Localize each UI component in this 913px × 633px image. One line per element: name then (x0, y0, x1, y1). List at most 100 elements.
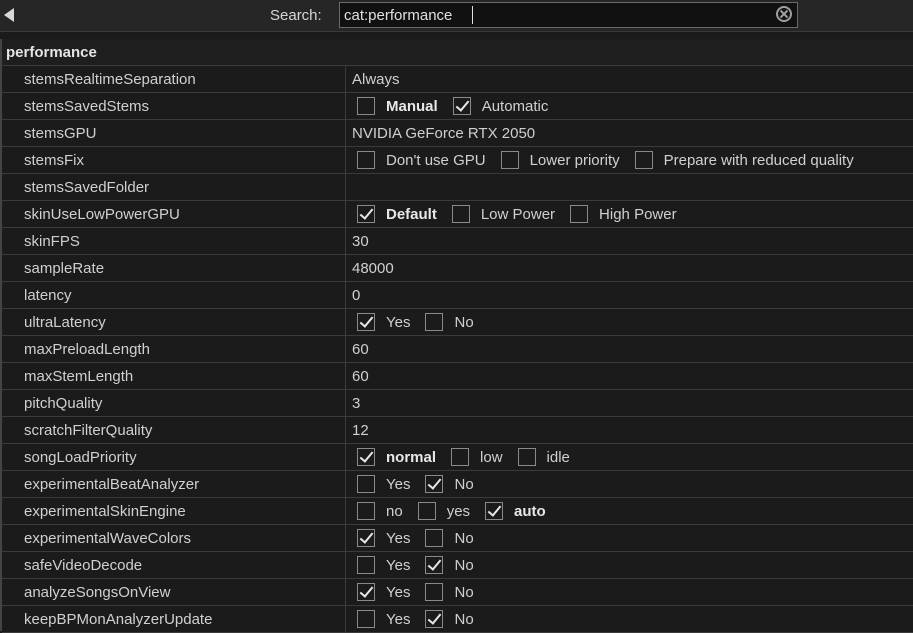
checkbox-checked[interactable] (357, 583, 375, 601)
checkbox-unchecked[interactable] (357, 151, 375, 169)
setting-row-keepBPMonAnalyzerUpdate[interactable]: keepBPMonAnalyzerUpdate Yes No (2, 606, 913, 633)
column-divider (345, 255, 346, 281)
setting-row-analyzeSongsOnView[interactable]: analyzeSongsOnView Yes No (2, 579, 913, 606)
setting-row-skinUseLowPowerGPU[interactable]: skinUseLowPowerGPU Default Low Power High P… (2, 201, 913, 228)
option-yes[interactable]: Yes (352, 313, 410, 331)
option-yes[interactable]: yes (413, 502, 470, 520)
checkbox-checked[interactable] (452, 97, 471, 115)
option-lower-priority[interactable]: Lower priority (496, 151, 620, 169)
setting-value[interactable]: 60 (352, 363, 913, 389)
checkbox-unchecked[interactable] (451, 448, 470, 466)
checkbox-unchecked[interactable] (570, 205, 589, 223)
option-yes[interactable]: Yes (352, 529, 410, 547)
setting-value[interactable] (352, 174, 913, 200)
setting-row-stemsSavedStems[interactable]: stemsSavedStems Manual Automatic (2, 93, 913, 120)
option-don-t-use-gpu[interactable]: Don't use GPU (352, 151, 486, 169)
option-low[interactable]: low (446, 448, 503, 466)
checkbox-unchecked[interactable] (357, 610, 375, 628)
option-high-power[interactable]: High Power (565, 205, 677, 223)
setting-row-scratchFilterQuality[interactable]: scratchFilterQuality 12 (2, 417, 913, 444)
option-yes[interactable]: Yes (352, 556, 410, 574)
back-arrow-icon[interactable] (4, 8, 14, 22)
setting-name: safeVideoDecode (24, 557, 143, 574)
setting-row-maxPreloadLength[interactable]: maxPreloadLength 60 (2, 336, 913, 363)
setting-row-experimentalSkinEngine[interactable]: experimentalSkinEngine no yes auto (2, 498, 913, 525)
option-prepare-with-reduced-quality[interactable]: Prepare with reduced quality (630, 151, 854, 169)
checkbox-unchecked[interactable] (425, 313, 444, 331)
setting-value[interactable]: 0 (352, 282, 913, 308)
setting-value[interactable]: 12 (352, 417, 913, 443)
checkbox-unchecked[interactable] (417, 502, 436, 520)
setting-name: keepBPMonAnalyzerUpdate (24, 611, 213, 628)
setting-value: Yes No (352, 606, 913, 632)
search-box[interactable] (339, 2, 798, 28)
setting-name: sampleRate (24, 260, 105, 277)
option-yes[interactable]: Yes (352, 475, 410, 493)
setting-value[interactable]: Always (352, 66, 913, 92)
checkbox-unchecked[interactable] (500, 151, 519, 169)
checkbox-checked[interactable] (425, 475, 444, 493)
checkbox-checked[interactable] (357, 529, 375, 547)
option-auto[interactable]: auto (480, 502, 546, 520)
setting-value[interactable]: 48000 (352, 255, 913, 281)
checkbox-checked[interactable] (357, 313, 375, 331)
checkbox-unchecked[interactable] (425, 529, 444, 547)
option-low-power[interactable]: Low Power (447, 205, 555, 223)
setting-value[interactable]: NVIDIA GeForce RTX 2050 (352, 120, 913, 146)
column-divider (345, 498, 346, 524)
setting-row-safeVideoDecode[interactable]: safeVideoDecode Yes No (2, 552, 913, 579)
option-no[interactable]: No (420, 529, 474, 547)
checkbox-checked[interactable] (425, 556, 444, 574)
checkbox-unchecked[interactable] (517, 448, 536, 466)
setting-row-sampleRate[interactable]: sampleRate 48000 (2, 255, 913, 282)
setting-row-stemsRealtimeSeparation[interactable]: stemsRealtimeSeparation Always (2, 66, 913, 93)
checkbox-checked[interactable] (357, 448, 375, 466)
checkbox-unchecked[interactable] (634, 151, 653, 169)
setting-value[interactable]: 3 (352, 390, 913, 416)
checkbox-unchecked[interactable] (357, 502, 375, 520)
option-no[interactable]: No (420, 583, 474, 601)
checkbox-unchecked[interactable] (425, 583, 444, 601)
checkbox-unchecked[interactable] (451, 205, 470, 223)
checkbox-unchecked[interactable] (357, 556, 375, 574)
setting-row-skinFPS[interactable]: skinFPS 30 (2, 228, 913, 255)
option-no[interactable]: No (420, 556, 474, 574)
setting-row-stemsGPU[interactable]: stemsGPU NVIDIA GeForce RTX 2050 (2, 120, 913, 147)
checkbox-unchecked[interactable] (357, 475, 375, 493)
setting-row-songLoadPriority[interactable]: songLoadPriority normal low idle (2, 444, 913, 471)
option-label: auto (514, 502, 546, 520)
setting-row-maxStemLength[interactable]: maxStemLength 60 (2, 363, 913, 390)
option-label: No (454, 556, 474, 574)
setting-name: maxPreloadLength (24, 341, 150, 358)
option-no[interactable]: No (420, 475, 474, 493)
checkbox-checked[interactable] (357, 205, 375, 223)
setting-row-experimentalBeatAnalyzer[interactable]: experimentalBeatAnalyzer Yes No (2, 471, 913, 498)
option-yes[interactable]: Yes (352, 610, 410, 628)
option-no[interactable]: no (352, 502, 403, 520)
checkbox-checked[interactable] (485, 502, 504, 520)
clear-search-icon[interactable] (776, 6, 792, 22)
setting-row-stemsSavedFolder[interactable]: stemsSavedFolder (2, 174, 913, 201)
setting-value[interactable]: 60 (352, 336, 913, 362)
option-manual[interactable]: Manual (352, 97, 438, 115)
option-label: low (480, 448, 503, 466)
option-normal[interactable]: normal (352, 448, 436, 466)
setting-row-latency[interactable]: latency 0 (2, 282, 913, 309)
option-label: Low Power (480, 205, 556, 223)
setting-row-stemsFix[interactable]: stemsFix Don't use GPU Lower priority Prepa… (2, 147, 913, 174)
search-input[interactable] (344, 5, 764, 25)
setting-row-pitchQuality[interactable]: pitchQuality 3 (2, 390, 913, 417)
option-idle[interactable]: idle (513, 448, 570, 466)
option-automatic[interactable]: Automatic (448, 97, 548, 115)
setting-row-ultraLatency[interactable]: ultraLatency Yes No (2, 309, 913, 336)
option-no[interactable]: No (420, 610, 474, 628)
option-default[interactable]: Default (352, 205, 437, 223)
setting-value[interactable]: 30 (352, 228, 913, 254)
checkbox-unchecked[interactable] (357, 97, 375, 115)
section-header[interactable]: performance (2, 39, 913, 66)
option-yes[interactable]: Yes (352, 583, 410, 601)
setting-name: stemsRealtimeSeparation (24, 71, 196, 88)
checkbox-checked[interactable] (425, 610, 444, 628)
setting-row-experimentalWaveColors[interactable]: experimentalWaveColors Yes No (2, 525, 913, 552)
option-no[interactable]: No (420, 313, 474, 331)
